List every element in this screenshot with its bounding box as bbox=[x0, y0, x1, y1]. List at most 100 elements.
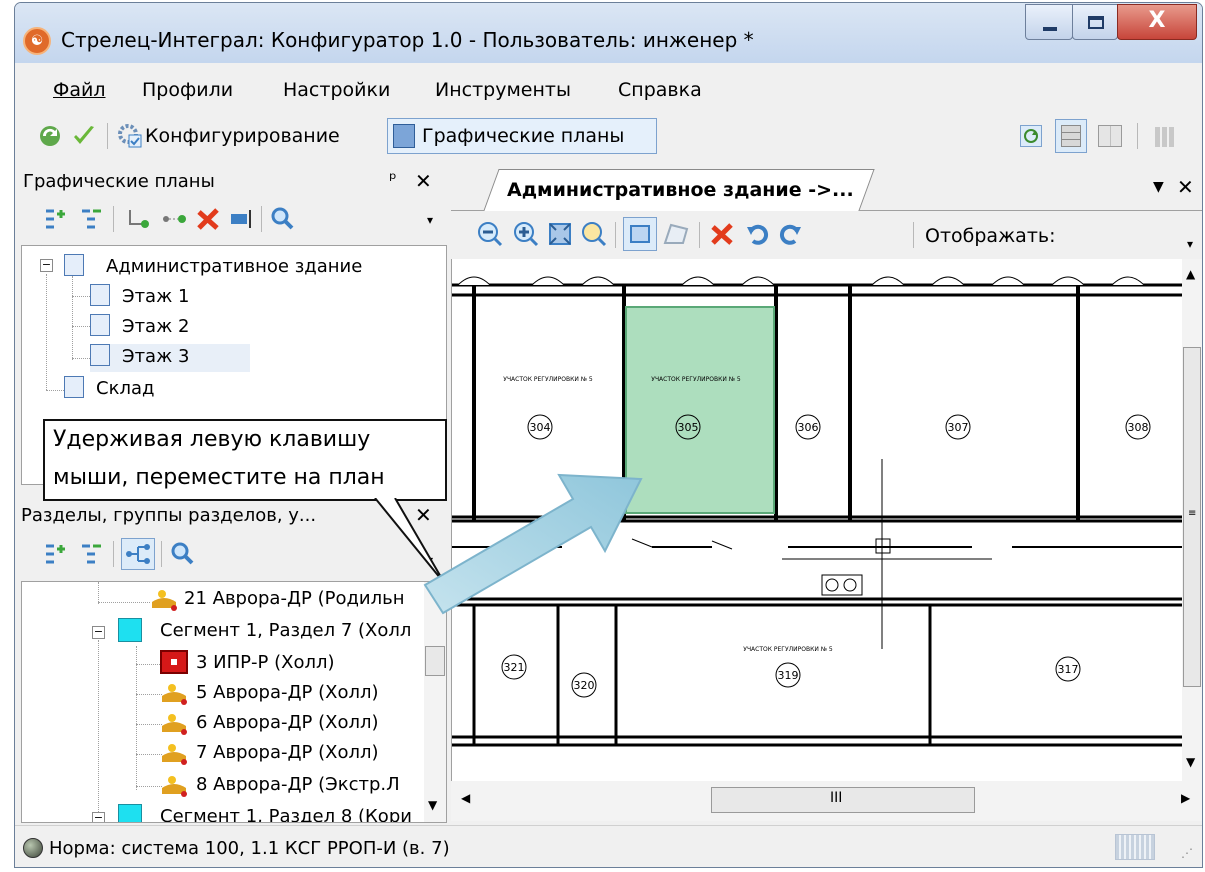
zoom-out-icon[interactable] bbox=[477, 221, 503, 247]
tree-item-label: 5 Аврора-ДР (Холл) bbox=[196, 682, 379, 703]
tree-item-label: 8 Аврора-ДР (Экстр.Л bbox=[196, 774, 400, 795]
status-grid-icon bbox=[1115, 834, 1155, 860]
add-plan-icon[interactable] bbox=[43, 206, 69, 232]
rename-icon[interactable] bbox=[229, 206, 255, 232]
main-toolbar: Конфигурирование Графические планы bbox=[15, 111, 1202, 159]
collapse-icon[interactable]: − bbox=[40, 259, 53, 272]
layout-vertical-icon[interactable] bbox=[1098, 125, 1122, 147]
room-number: 306 bbox=[798, 421, 819, 434]
pin-icon[interactable]: ᵖ bbox=[389, 169, 397, 190]
tree-guide bbox=[72, 276, 73, 360]
scroll-left-icon[interactable]: ◀ bbox=[461, 791, 470, 805]
overflow-chevron-icon[interactable]: ▾ bbox=[1187, 237, 1193, 251]
tree-guide bbox=[72, 296, 90, 297]
toolbar-separator bbox=[615, 222, 616, 248]
configuring-gear-icon bbox=[117, 123, 143, 149]
room-number: 308 bbox=[1128, 421, 1149, 434]
delete-icon[interactable] bbox=[709, 221, 735, 247]
tree-guide bbox=[136, 646, 137, 790]
minimize-button[interactable] bbox=[1025, 4, 1073, 40]
close-pane-icon[interactable]: ✕ bbox=[415, 169, 432, 193]
collapse-icon[interactable]: − bbox=[92, 812, 105, 822]
search-icon[interactable] bbox=[169, 541, 195, 567]
tree-item[interactable]: 6 Аврора-ДР (Холл) bbox=[160, 710, 379, 738]
search-icon[interactable] bbox=[269, 206, 295, 232]
menu-help[interactable]: Справка bbox=[618, 79, 702, 101]
floor-plan-icon bbox=[90, 314, 110, 336]
minimize-icon bbox=[1043, 27, 1057, 31]
tree-item-label: Этаж 3 bbox=[122, 346, 190, 367]
zoom-region-icon[interactable] bbox=[581, 221, 607, 247]
grid-layout-icon[interactable] bbox=[1155, 127, 1175, 147]
scroll-thumb[interactable]: III bbox=[711, 787, 975, 813]
zoom-in-icon[interactable] bbox=[513, 221, 539, 247]
plan-horizontal-scrollbar[interactable]: ◀ III ▶ bbox=[451, 781, 1202, 821]
layout-horizontal-button[interactable] bbox=[1055, 119, 1087, 153]
room-caption: УЧАСТОК РЕГУЛИРОВКИ № 5 bbox=[503, 376, 593, 383]
hierarchy-toggle-button[interactable] bbox=[121, 538, 155, 570]
scroll-thumb[interactable]: ≡ bbox=[1183, 347, 1201, 687]
tree-item[interactable]: 7 Аврора-ДР (Холл) bbox=[160, 740, 379, 768]
collapse-icon[interactable]: − bbox=[92, 626, 105, 639]
close-tab-icon[interactable]: ✕ bbox=[1177, 175, 1194, 199]
apply-check-icon[interactable] bbox=[71, 123, 97, 149]
add-section-icon[interactable] bbox=[43, 541, 69, 567]
room-caption: УЧАСТОК РЕГУЛИРОВКИ № 5 bbox=[743, 646, 833, 653]
floor-plan-icon bbox=[90, 344, 110, 366]
scroll-down-icon[interactable]: ▼ bbox=[428, 798, 437, 812]
scroll-right-icon[interactable]: ▶ bbox=[1181, 791, 1190, 805]
close-window-button[interactable]: X bbox=[1117, 4, 1197, 40]
tree-guide bbox=[98, 640, 99, 816]
sync-icon[interactable] bbox=[37, 123, 63, 149]
room-caption: УЧАСТОК РЕГУЛИРОВКИ № 5 bbox=[651, 376, 741, 383]
tree-guide bbox=[136, 786, 162, 787]
rectangle-tool-icon bbox=[630, 225, 650, 243]
add-subplan-icon[interactable] bbox=[79, 206, 105, 232]
tree-item-selected[interactable]: Этаж 3 bbox=[90, 344, 250, 372]
instruction-callout: Удерживая левую клавишу мыши, переместит… bbox=[43, 419, 447, 501]
plans-tab-button[interactable]: Графические планы bbox=[387, 118, 657, 154]
show-label: Отображать: bbox=[925, 225, 1056, 247]
menu-tools[interactable]: Инструменты bbox=[435, 79, 571, 101]
undo-icon[interactable] bbox=[745, 221, 771, 247]
link-icon[interactable] bbox=[125, 206, 151, 232]
title-bar[interactable]: ☯ Стрелец-Интеграл: Конфигуратор 1.0 - П… bbox=[15, 3, 1202, 63]
menu-profiles[interactable]: Профили bbox=[142, 79, 233, 101]
delete-icon[interactable] bbox=[195, 206, 221, 232]
layout-horizontal-icon bbox=[1061, 125, 1081, 147]
room-number: 305 bbox=[678, 421, 699, 434]
tree-guide bbox=[136, 754, 162, 755]
refresh-button[interactable] bbox=[1020, 125, 1042, 147]
scroll-up-icon[interactable]: ▲ bbox=[1186, 267, 1195, 281]
connect-icon[interactable] bbox=[161, 206, 187, 232]
overflow-chevron-icon[interactable]: ▾ bbox=[427, 213, 433, 227]
zoom-fit-icon[interactable] bbox=[547, 221, 573, 247]
polygon-tool-icon[interactable] bbox=[663, 221, 689, 247]
configuring-tab-button[interactable]: Конфигурирование bbox=[145, 125, 340, 147]
room-number: 321 bbox=[504, 661, 525, 674]
status-bar: Норма: система 100, 1.1 КСГ РРОП-И (в. 7… bbox=[15, 825, 1202, 867]
redo-icon[interactable] bbox=[777, 221, 803, 247]
tree-item[interactable]: 8 Аврора-ДР (Экстр.Л bbox=[160, 772, 400, 800]
menu-bar: Файл Профили Настройки Инструменты Справ… bbox=[15, 65, 1202, 107]
menu-settings[interactable]: Настройки bbox=[283, 79, 390, 101]
plans-tab-label: Графические планы bbox=[422, 125, 625, 147]
tree-item-label: 3 ИПР-Р (Холл) bbox=[196, 652, 335, 673]
tree-item[interactable]: 5 Аврора-ДР (Холл) bbox=[160, 680, 379, 708]
tab-list-chevron-icon[interactable]: ▼ bbox=[1153, 179, 1164, 195]
tree-item[interactable]: 21 Аврора-ДР (Родильн bbox=[150, 586, 405, 614]
toolbar-separator bbox=[113, 206, 114, 232]
plans-pane-toolbar: ▾ bbox=[15, 201, 447, 241]
tree-guide bbox=[98, 582, 99, 604]
section-square-icon bbox=[118, 618, 142, 642]
select-rectangle-button[interactable] bbox=[623, 217, 657, 251]
maximize-button[interactable] bbox=[1072, 4, 1118, 40]
callout-line-1: Удерживая левую клавишу bbox=[53, 427, 371, 452]
menu-file[interactable]: Файл bbox=[53, 79, 106, 101]
toolbar-separator bbox=[913, 222, 914, 248]
scroll-down-icon[interactable]: ▼ bbox=[1186, 755, 1195, 769]
plan-vertical-scrollbar[interactable]: ▲ ≡ ▼ bbox=[1182, 259, 1202, 781]
add-subsection-icon[interactable] bbox=[79, 541, 105, 567]
tree-guide bbox=[46, 390, 64, 391]
resize-grip-icon[interactable]: ⋰ bbox=[1181, 846, 1193, 860]
